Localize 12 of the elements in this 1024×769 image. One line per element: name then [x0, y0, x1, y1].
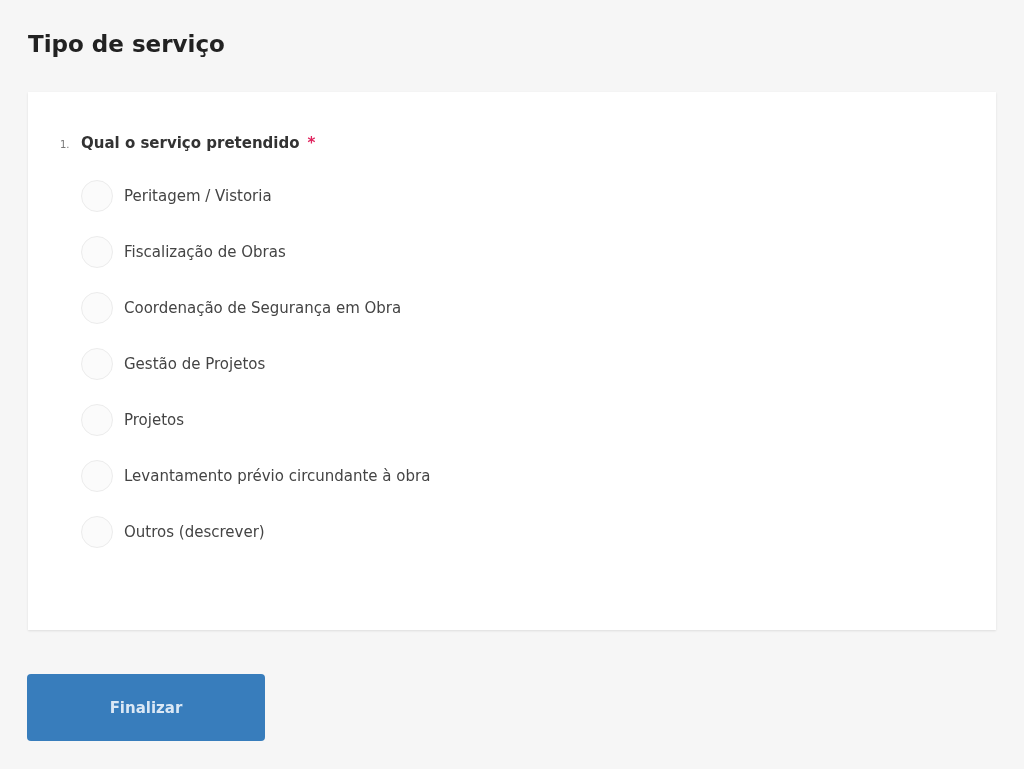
- option-label[interactable]: Outros (descrever): [124, 523, 265, 541]
- option-label[interactable]: Gestão de Projetos: [124, 355, 266, 373]
- option-label[interactable]: Coordenação de Segurança em Obra: [124, 299, 402, 317]
- finish-button[interactable]: Finalizar: [27, 674, 265, 741]
- option-label[interactable]: Levantamento prévio circundante à obra: [124, 467, 431, 485]
- option-label[interactable]: Projetos: [124, 411, 185, 429]
- section-title: Tipo de serviço: [28, 30, 226, 59]
- question-text: Qual o serviço pretendido: [81, 134, 300, 152]
- option-label[interactable]: Peritagem / Vistoria: [124, 187, 272, 205]
- question-number: 1.: [60, 139, 71, 150]
- option-label[interactable]: Fiscalização de Obras: [124, 243, 286, 261]
- required-mark: *: [307, 134, 316, 152]
